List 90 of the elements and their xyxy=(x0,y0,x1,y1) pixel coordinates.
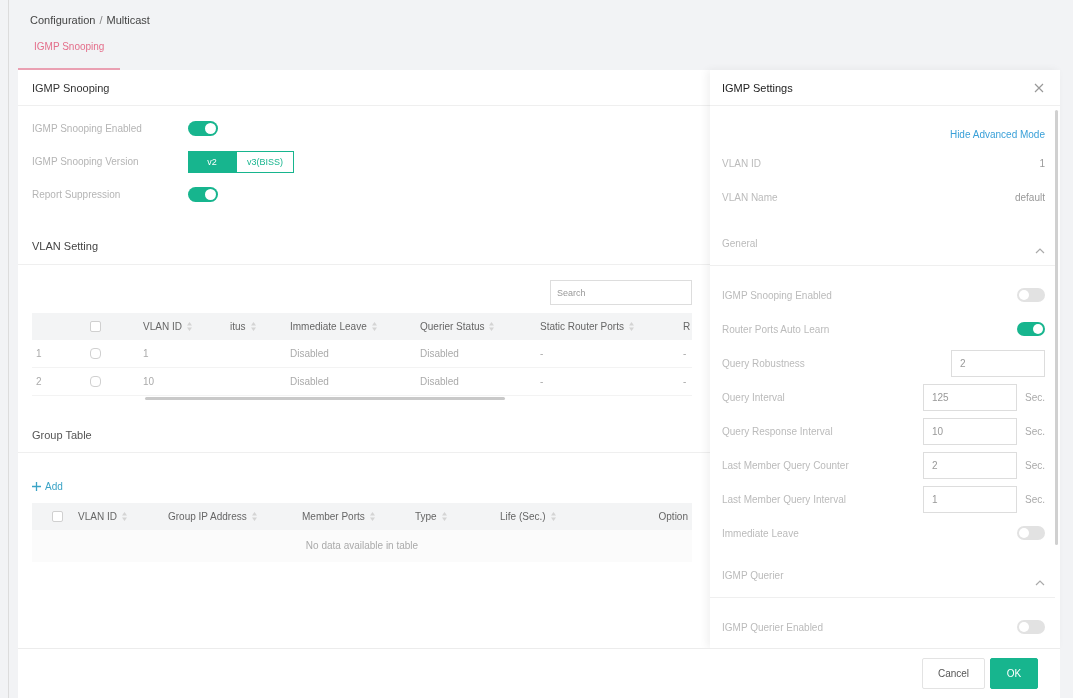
horizontal-scrollbar[interactable] xyxy=(145,397,505,400)
toggle-switch[interactable] xyxy=(1017,620,1045,634)
section-title: IGMP Querier xyxy=(722,569,784,582)
field-label: Query Robustness xyxy=(722,357,806,369)
field-label: Query Response Interval xyxy=(722,425,834,437)
checkbox[interactable] xyxy=(90,376,101,387)
toggle-switch[interactable] xyxy=(188,187,218,202)
table-cell-text: Disabled xyxy=(289,348,330,359)
cancel-button[interactable]: Cancel xyxy=(922,658,985,689)
setting-label: Report Suppression xyxy=(32,189,122,200)
setting-label: IGMP Snooping Version xyxy=(32,156,140,167)
toggle-switch[interactable] xyxy=(1017,322,1045,336)
unit-label: Sec. xyxy=(1024,459,1045,471)
checkbox[interactable] xyxy=(90,348,101,359)
checkbox[interactable] xyxy=(52,511,63,522)
sort-icon[interactable] xyxy=(186,322,192,331)
sort-icon[interactable] xyxy=(441,512,447,521)
breadcrumb-item: Multicast xyxy=(106,13,150,27)
breadcrumb-item[interactable]: Configuration xyxy=(30,13,96,27)
number-field[interactable]: 10 xyxy=(923,417,1017,445)
sort-icon[interactable] xyxy=(371,322,377,331)
table-cell-text: Disabled xyxy=(419,376,460,387)
column-header[interactable]: Group IP Address xyxy=(168,511,247,522)
table-cell-text: Disabled xyxy=(419,348,460,359)
column-header: R xyxy=(683,321,691,332)
section-heading: IGMP Snooping xyxy=(18,70,710,106)
column-header[interactable]: Immediate Leave xyxy=(290,321,367,332)
drawer-title: IGMP Settings xyxy=(722,81,793,94)
column-header: Option xyxy=(658,511,688,522)
sort-icon[interactable] xyxy=(251,512,257,521)
sort-icon[interactable] xyxy=(369,512,375,521)
table-cell-text: - xyxy=(682,348,688,359)
toggle-switch[interactable] xyxy=(1017,526,1045,540)
table-cell-text: - xyxy=(539,348,545,359)
field-label: Immediate Leave xyxy=(722,527,800,539)
table-cell-text: - xyxy=(682,376,688,387)
column-header[interactable]: Querier Status xyxy=(420,321,485,332)
field-label: Router Ports Auto Learn xyxy=(722,323,831,335)
row-number: 2 xyxy=(35,376,43,387)
search-field[interactable]: Search xyxy=(550,280,692,305)
close-button[interactable] xyxy=(1034,82,1044,93)
advanced-mode-link[interactable]: Hide Advanced Mode xyxy=(949,128,1045,140)
column-header[interactable]: Type xyxy=(415,511,437,522)
number-field[interactable]: 2 xyxy=(923,451,1017,479)
table-cell-text: 1 xyxy=(142,348,150,359)
unit-label: Sec. xyxy=(1024,391,1045,403)
info-value: default xyxy=(1014,191,1045,203)
field-label: Last Member Query Interval xyxy=(722,493,847,505)
number-field[interactable]: 2 xyxy=(951,349,1045,377)
section-heading: VLAN Setting xyxy=(18,228,710,265)
toggle-switch[interactable] xyxy=(188,121,218,136)
column-header[interactable]: itus xyxy=(230,321,246,332)
info-value: 1 xyxy=(1039,157,1045,169)
breadcrumb-separator: / xyxy=(99,13,103,27)
field-label: IGMP Querier Enabled xyxy=(722,621,824,633)
empty-table-message: No data available in table xyxy=(32,530,692,562)
unit-label: Sec. xyxy=(1024,425,1045,437)
table-cell-text: Disabled xyxy=(289,376,330,387)
section-heading: Group Table xyxy=(18,418,710,453)
column-header[interactable]: Static Router Ports xyxy=(540,321,624,332)
info-label: VLAN Name xyxy=(722,191,778,203)
chevron-up-icon[interactable] xyxy=(1035,248,1045,254)
close-icon xyxy=(1034,82,1044,93)
vertical-scrollbar[interactable] xyxy=(1055,110,1058,545)
unit-label: Sec. xyxy=(1024,493,1045,505)
sort-icon[interactable] xyxy=(250,322,256,331)
sort-icon[interactable] xyxy=(121,512,127,521)
column-header[interactable]: VLAN ID xyxy=(78,511,117,522)
info-label: VLAN ID xyxy=(722,157,761,169)
number-field[interactable]: 125 xyxy=(923,383,1017,411)
field-label: Query Interval xyxy=(722,391,786,403)
column-header[interactable]: VLAN ID xyxy=(143,321,182,332)
checkbox[interactable] xyxy=(90,321,101,332)
table-cell-text: - xyxy=(539,376,545,387)
plus-icon xyxy=(32,481,41,491)
sort-icon[interactable] xyxy=(550,512,556,521)
toggle-switch[interactable] xyxy=(1017,288,1045,302)
chevron-up-icon[interactable] xyxy=(1035,580,1045,586)
column-header[interactable]: Life (Sec.) xyxy=(500,511,546,522)
setting-label: IGMP Snooping Enabled xyxy=(32,123,143,134)
column-header[interactable]: Member Ports xyxy=(302,511,365,522)
field-label: IGMP Snooping Enabled xyxy=(722,289,833,301)
row-number: 1 xyxy=(35,348,43,359)
number-field[interactable]: 1 xyxy=(923,485,1017,513)
sort-icon[interactable] xyxy=(628,322,634,331)
section-title: General xyxy=(722,237,758,250)
add-button[interactable]: Add xyxy=(32,475,63,497)
field-label: Last Member Query Counter xyxy=(722,459,850,471)
table-cell-text: 10 xyxy=(142,376,156,387)
sort-icon[interactable] xyxy=(489,322,495,331)
